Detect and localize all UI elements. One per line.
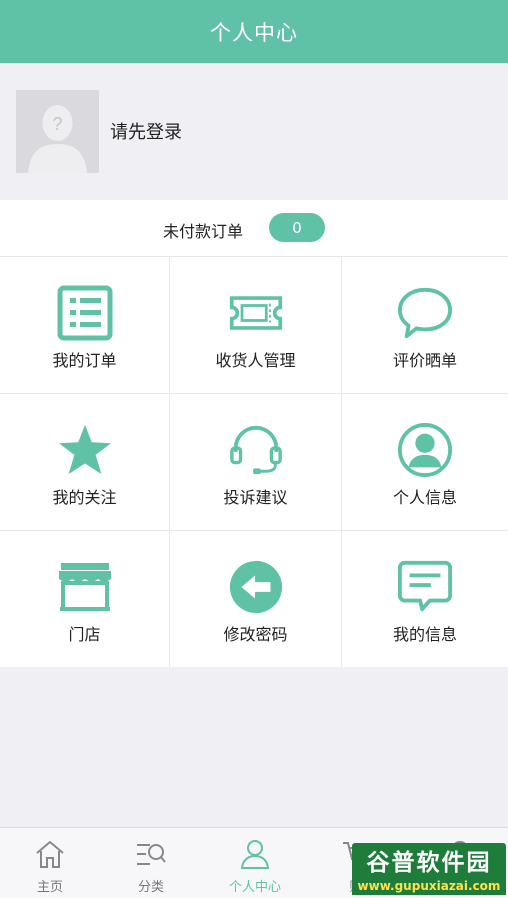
- grid-item-label: 我的订单: [52, 351, 117, 370]
- avatar-question-mark: ?: [52, 114, 62, 134]
- tab-label: 个人中心: [228, 880, 281, 895]
- headset-icon: [228, 422, 284, 478]
- ticket-icon: [228, 285, 284, 341]
- grid-item-review-share[interactable]: 评价晒单: [342, 257, 508, 394]
- function-grid: 我的订单 收货人管理 评价晒单 我的关注 投诉建议 个人信息 门店 修改密码 我…: [0, 257, 508, 667]
- home-icon: [33, 838, 67, 870]
- watermark-logo: 谷普软件园 www.gupuxiazai.com: [352, 843, 506, 895]
- login-link[interactable]: 请先登录: [110, 118, 182, 144]
- unpaid-orders-count-badge[interactable]: 0: [269, 213, 325, 242]
- unpaid-orders-label: 未付款订单: [163, 222, 244, 241]
- star-icon: [57, 422, 113, 478]
- grid-item-change-password[interactable]: 修改密码: [170, 531, 342, 667]
- store-icon: [57, 559, 113, 615]
- grid-item-my-favorites[interactable]: 我的关注: [0, 394, 170, 531]
- grid-item-label: 个人信息: [392, 488, 457, 507]
- grid-item-personal-info[interactable]: 个人信息: [342, 394, 508, 531]
- tab-label: 分类: [137, 880, 164, 895]
- avatar-placeholder-icon: ?: [16, 90, 99, 173]
- category-search-icon: [134, 838, 168, 870]
- user-circle-icon: [397, 422, 453, 478]
- grid-item-label: 我的信息: [392, 625, 457, 644]
- grid-item-label: 修改密码: [223, 625, 288, 644]
- order-list-icon: [57, 285, 113, 341]
- grid-item-label: 评价晒单: [392, 351, 457, 370]
- grid-item-my-messages[interactable]: 我的信息: [342, 531, 508, 667]
- tab-personal-center[interactable]: 个人中心: [205, 828, 305, 898]
- watermark-name: 谷普软件园: [352, 843, 506, 877]
- grid-item-label: 收货人管理: [215, 351, 296, 370]
- message-icon: [397, 559, 453, 615]
- speech-bubble-icon: [397, 285, 453, 341]
- grid-item-store[interactable]: 门店: [0, 531, 170, 667]
- page-title: 个人中心: [210, 20, 298, 45]
- unpaid-orders-row[interactable]: 未付款订单 0: [0, 200, 508, 257]
- top-bar: 个人中心: [0, 0, 508, 63]
- grid-item-label: 我的关注: [52, 488, 117, 507]
- avatar[interactable]: ?: [16, 90, 99, 173]
- grid-item-complaints-suggestions[interactable]: 投诉建议: [170, 394, 342, 531]
- tab-label: 主页: [36, 880, 63, 895]
- tab-home[interactable]: 主页: [0, 828, 100, 898]
- grid-item-label: 投诉建议: [223, 488, 288, 507]
- person-icon: [238, 838, 272, 870]
- tab-category[interactable]: 分类: [101, 828, 201, 898]
- grid-item-consignee-management[interactable]: 收货人管理: [170, 257, 342, 394]
- watermark-url: www.gupuxiazai.com: [352, 877, 506, 895]
- grid-item-my-orders[interactable]: 我的订单: [0, 257, 170, 394]
- grid-item-label: 门店: [68, 625, 101, 644]
- profile-section: ? 请先登录: [0, 63, 508, 200]
- back-arrow-icon: [228, 559, 284, 615]
